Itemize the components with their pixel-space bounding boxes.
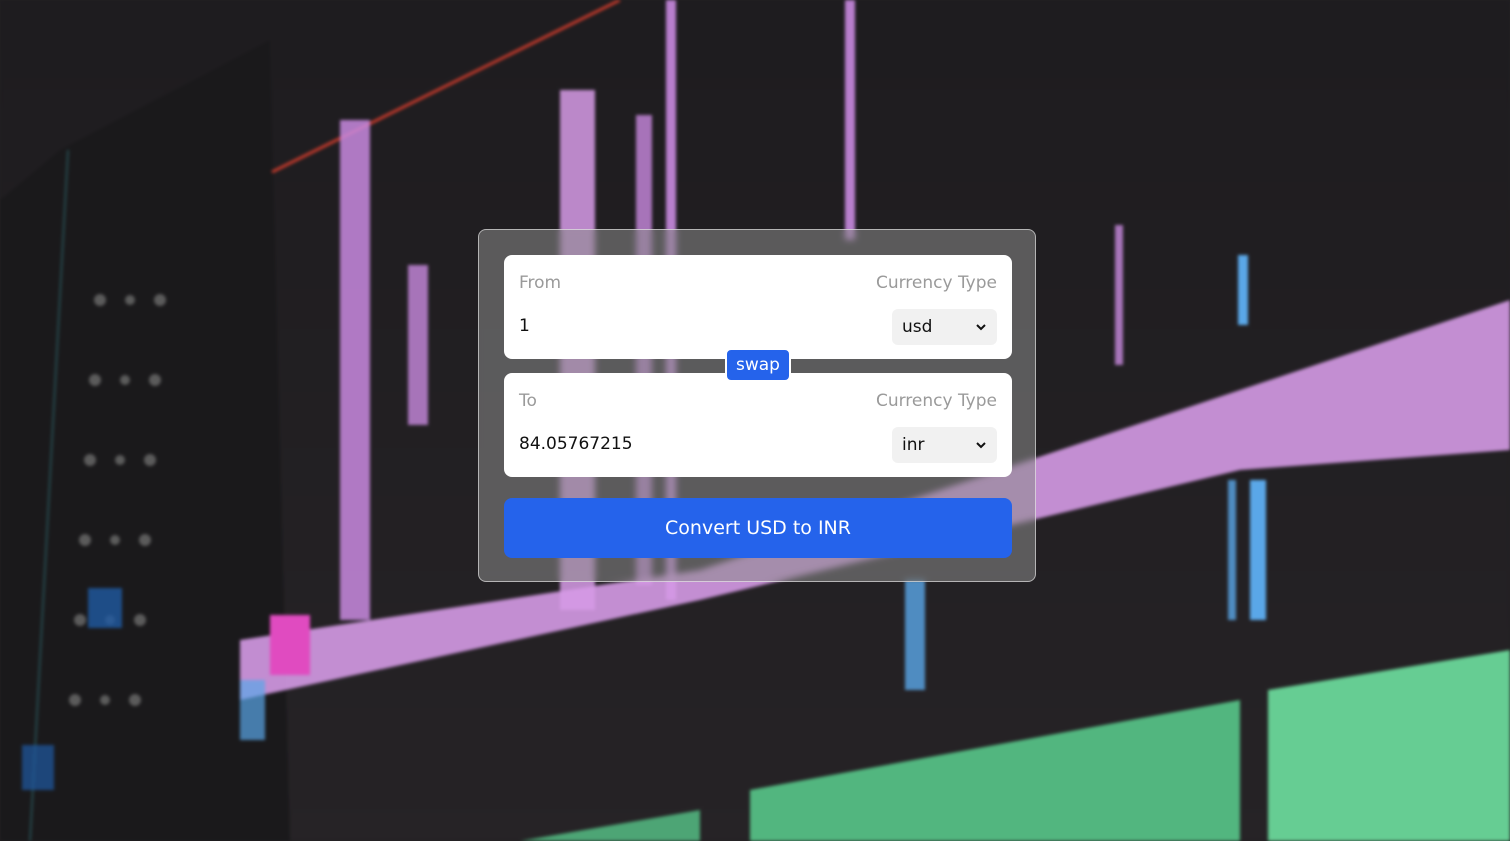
converter-card: From Currency Type usd swap To Currency … [478,229,1036,582]
from-currency-type-label: Currency Type [875,273,997,293]
convert-button[interactable]: Convert USD to INR [504,498,1012,558]
to-currency-value: inr [902,435,925,455]
to-amount-input[interactable] [519,428,819,460]
to-label: To [519,391,537,411]
from-currency-select[interactable]: usd [892,309,997,345]
to-currency-select[interactable]: inr [892,427,997,463]
from-currency-value: usd [902,317,933,337]
swap-button[interactable]: swap [725,348,791,382]
chevron-down-icon [976,324,986,331]
from-label: From [519,273,562,293]
to-panel: To Currency Type inr [504,373,1012,477]
from-amount-input[interactable] [519,310,819,342]
from-panel: From Currency Type usd [504,255,1012,359]
chevron-down-icon [976,442,986,449]
to-currency-type-label: Currency Type [875,391,997,411]
